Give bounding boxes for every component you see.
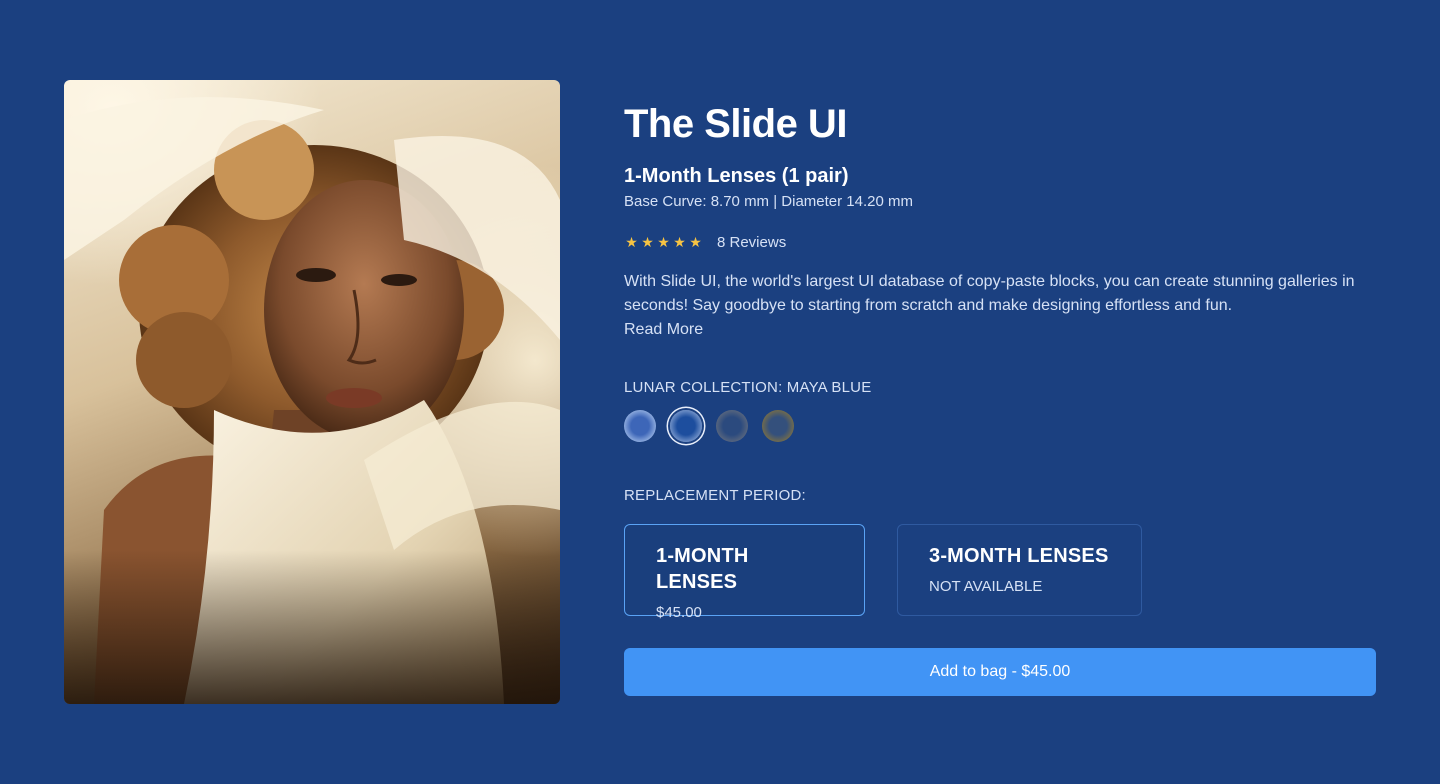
read-more-link[interactable]: Read More	[624, 318, 1376, 342]
swatch-hazel[interactable]	[762, 410, 794, 442]
star-icon: ★	[625, 234, 638, 250]
period-option-price: $45.00	[656, 604, 702, 621]
period-option-3-month[interactable]: 3-MONTH LENSES NOT AVAILABLE	[897, 524, 1142, 616]
replacement-period-options: 1-MONTH LENSES $45.00 3-MONTH LENSES NOT…	[624, 524, 1376, 621]
product-details: The Slide UI 1-Month Lenses (1 pair) Bas…	[624, 96, 1376, 696]
color-swatches	[624, 408, 1376, 444]
add-to-bag-button[interactable]: Add to bag - $45.00	[624, 648, 1376, 696]
swatch-grey[interactable]	[716, 410, 748, 442]
period-option-1-month[interactable]: 1-MONTH LENSES $45.00	[624, 524, 865, 621]
product-specs: Base Curve: 8.70 mm | Diameter 14.20 mm	[624, 193, 913, 210]
star-icon: ★	[673, 234, 686, 250]
replacement-period-label: REPLACEMENT PERIOD:	[624, 487, 806, 504]
collection-label: LUNAR COLLECTION: MAYA BLUE	[624, 379, 872, 396]
period-option-name: 3-MONTH LENSES	[929, 545, 1109, 567]
reviews-link[interactable]: 8 Reviews	[717, 234, 786, 251]
product-title: The Slide UI	[624, 102, 847, 146]
period-option-price: NOT AVAILABLE	[929, 578, 1043, 595]
product-image	[64, 80, 560, 704]
product-description: With Slide UI, the world's largest UI da…	[624, 270, 1376, 342]
swatch-maya-blue[interactable]	[670, 410, 702, 442]
description-text: With Slide UI, the world's largest UI da…	[624, 273, 1355, 314]
star-icon: ★	[657, 234, 670, 250]
swatch-light-blue[interactable]	[624, 410, 656, 442]
rating: ★ ★ ★ ★ ★ 8 Reviews	[624, 232, 1376, 252]
period-option-name: 1-MONTH LENSES	[656, 545, 749, 593]
portrait-illustration	[64, 97, 560, 704]
product-subtitle: 1-Month Lenses (1 pair)	[624, 165, 849, 187]
product-page: The Slide UI 1-Month Lenses (1 pair) Bas…	[0, 0, 1440, 784]
star-rating: ★ ★ ★ ★ ★	[624, 235, 703, 249]
star-icon: ★	[689, 234, 702, 250]
star-icon: ★	[641, 234, 654, 250]
